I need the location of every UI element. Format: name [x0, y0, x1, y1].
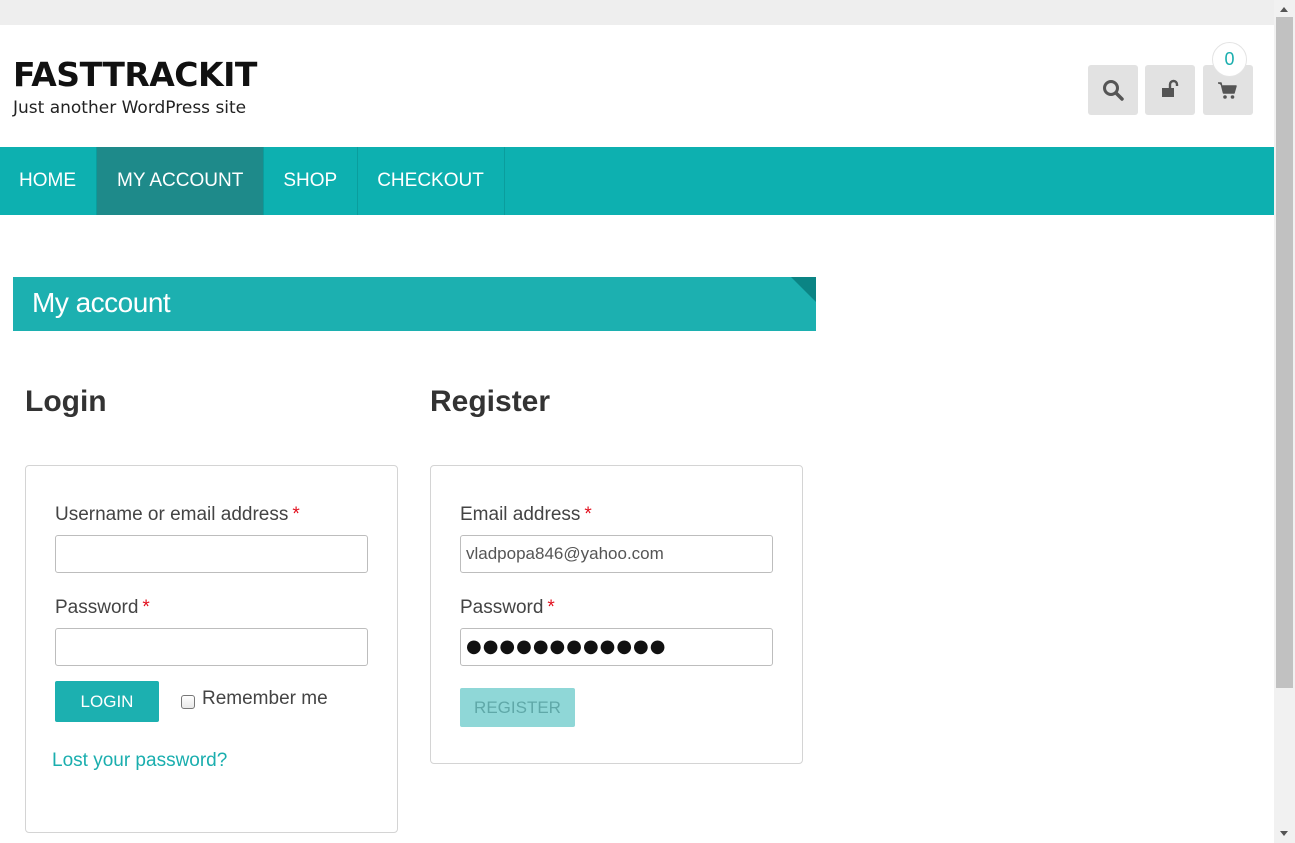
- search-icon: [1103, 80, 1124, 101]
- login-password-label: Password *: [55, 597, 150, 619]
- nav-item-checkout[interactable]: CHECKOUT: [358, 147, 505, 215]
- email-label: Email address *: [460, 504, 592, 526]
- register-password-label: Password *: [460, 597, 555, 619]
- required-mark: *: [142, 597, 150, 618]
- account-button[interactable]: [1145, 65, 1195, 115]
- password-mask: ●●●●●●●●●●●●: [466, 636, 667, 657]
- remember-me-label[interactable]: Remember me: [202, 688, 328, 710]
- nav-item-my-account[interactable]: MY ACCOUNT: [97, 147, 265, 215]
- page-title: My account: [32, 287, 171, 318]
- required-mark: *: [547, 597, 555, 618]
- search-button[interactable]: [1088, 65, 1138, 115]
- register-title: Register: [430, 385, 551, 418]
- scroll-down-arrow-icon[interactable]: [1274, 826, 1295, 843]
- site-title[interactable]: FASTTRACKIT: [13, 55, 257, 94]
- register-button[interactable]: REGISTER: [460, 688, 575, 727]
- remember-me-checkbox[interactable]: [181, 695, 195, 709]
- login-password-input[interactable]: [55, 628, 368, 666]
- register-password-label-text: Password: [460, 597, 544, 618]
- email-input[interactable]: vladpopa846@yahoo.com: [460, 535, 773, 573]
- page: FASTTRACKIT Just another WordPress site …: [0, 25, 1274, 843]
- username-input[interactable]: [55, 535, 368, 573]
- heading-corner-decoration: [791, 277, 816, 302]
- nav-item-home[interactable]: HOME: [0, 147, 97, 215]
- required-mark: *: [584, 504, 592, 525]
- login-button[interactable]: LOGIN: [55, 681, 159, 722]
- email-label-text: Email address: [460, 504, 581, 525]
- login-password-label-text: Password: [55, 597, 139, 618]
- scroll-up-arrow-icon[interactable]: [1274, 0, 1295, 17]
- scrollbar-thumb[interactable]: [1276, 17, 1293, 688]
- nav-item-shop[interactable]: SHOP: [264, 147, 359, 215]
- vertical-scrollbar[interactable]: [1274, 0, 1295, 843]
- unlock-icon: [1162, 79, 1179, 97]
- cart-icon: [1218, 82, 1237, 99]
- login-title: Login: [25, 385, 107, 418]
- browser-top-strip: [0, 0, 1295, 25]
- page-heading-bar: My account: [13, 277, 816, 331]
- username-label: Username or email address *: [55, 504, 300, 526]
- cart-count-badge[interactable]: 0: [1212, 42, 1247, 77]
- main-nav: HOME MY ACCOUNT SHOP CHECKOUT: [0, 147, 1274, 215]
- lost-password-link[interactable]: Lost your password?: [52, 750, 227, 772]
- username-label-text: Username or email address: [55, 504, 289, 525]
- register-password-input[interactable]: ●●●●●●●●●●●●: [460, 628, 773, 666]
- site-tagline: Just another WordPress site: [13, 98, 247, 118]
- required-mark: *: [292, 504, 300, 525]
